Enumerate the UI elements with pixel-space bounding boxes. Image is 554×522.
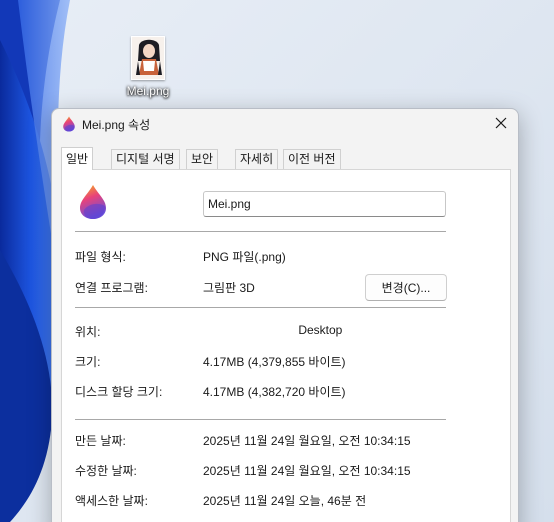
modified-label: 수정한 날짜: — [75, 464, 137, 478]
location-value: \Desktop — [295, 323, 343, 337]
tab-security[interactable]: 보안 — [186, 149, 219, 170]
paint3d-drop-icon — [61, 116, 77, 132]
size-label: 크기: — [75, 355, 101, 369]
divider — [75, 419, 446, 420]
file-type-label: 파일 형식: — [75, 250, 126, 264]
size-value: 4.17MB (4,379,855 바이트) — [203, 355, 346, 369]
tab-details[interactable]: 자세히 — [235, 149, 279, 170]
tab-previous-versions[interactable]: 이전 버전 — [283, 149, 341, 170]
opens-with-label: 연결 프로그램: — [75, 281, 148, 295]
desktop-file-icon[interactable]: Mei.png — [120, 36, 176, 104]
tab-digital-signatures[interactable]: 디지털 서명 — [111, 149, 180, 170]
created-value: 2025년 11월 24일 월요일, 오전 10:34:15 — [203, 434, 411, 448]
change-button[interactable]: 변경(C)... — [365, 274, 447, 301]
close-button[interactable] — [488, 111, 514, 137]
accessed-value: 2025년 11월 24일 오늘, 46분 전 — [203, 494, 367, 508]
created-label: 만든 날짜: — [75, 434, 126, 448]
accessed-label: 액세스한 날짜: — [75, 494, 148, 508]
general-tab-page: 파일 형식: PNG 파일(.png) 연결 프로그램: 그림판 3D 변경(C… — [61, 169, 511, 522]
image-thumbnail — [131, 36, 165, 80]
tab-general[interactable]: 일반 — [61, 147, 94, 170]
divider — [75, 307, 446, 308]
location-label: 위치: — [75, 325, 101, 339]
size-on-disk-value: 4.17MB (4,382,720 바이트) — [203, 385, 346, 399]
size-on-disk-label: 디스크 할당 크기: — [75, 385, 163, 399]
properties-dialog: Mei.png 속성 일반 디지털 서명 보안 자세히 이전 버전 Mei.pn… — [51, 108, 519, 522]
file-type-value: PNG 파일(.png) — [203, 250, 286, 264]
opens-with-value: 그림판 3D — [203, 281, 255, 295]
modified-value: 2025년 11월 24일 월요일, 오전 10:34:15 — [203, 464, 411, 478]
title-bar[interactable]: Mei.png 속성 — [52, 109, 518, 139]
tab-bar: 일반 디지털 서명 보안 자세히 이전 버전 — [61, 147, 511, 170]
divider — [75, 231, 446, 232]
file-name-input[interactable] — [203, 191, 446, 217]
file-type-icon — [78, 184, 108, 220]
location-redaction — [203, 322, 299, 336]
close-icon — [495, 117, 507, 132]
desktop-file-label: Mei.png — [126, 84, 170, 98]
dialog-title: Mei.png 속성 — [82, 118, 151, 132]
